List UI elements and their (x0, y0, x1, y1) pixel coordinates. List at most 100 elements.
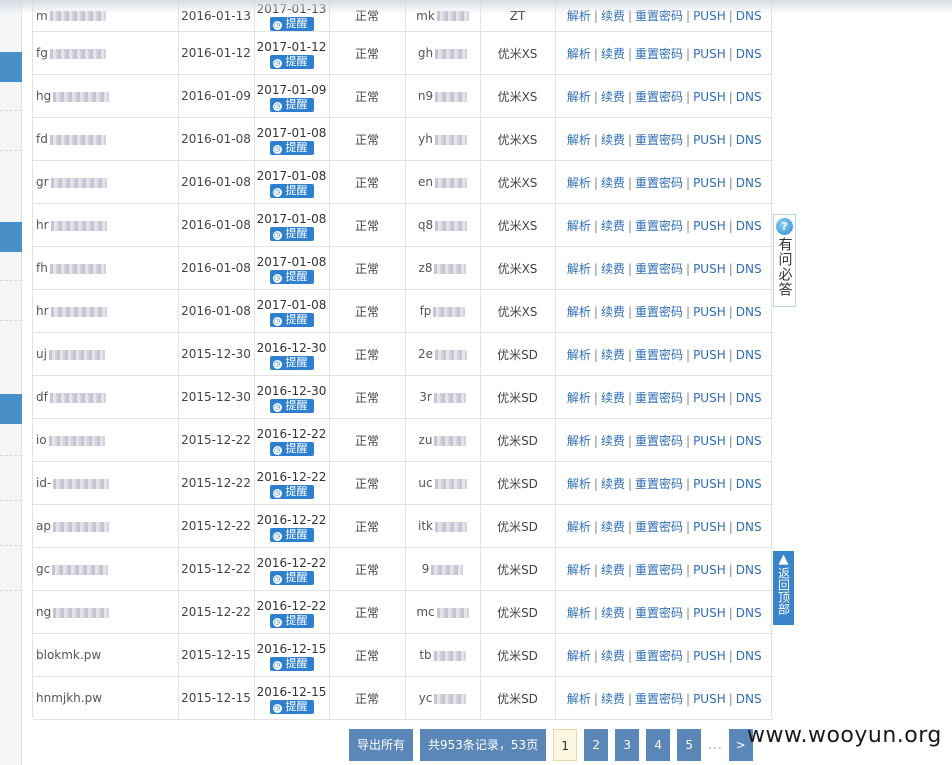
resolve-link[interactable]: 解析 (567, 563, 591, 577)
renew-link[interactable]: 续费 (601, 606, 625, 620)
reset-password-link[interactable]: 重置密码 (635, 520, 683, 534)
dns-link[interactable]: DNS (736, 219, 762, 233)
reset-password-link[interactable]: 重置密码 (635, 434, 683, 448)
reset-password-link[interactable]: 重置密码 (635, 176, 683, 190)
push-link[interactable]: PUSH (693, 348, 726, 362)
resolve-link[interactable]: 解析 (567, 692, 591, 706)
remind-button[interactable]: ◷ 提醒 (269, 269, 314, 284)
push-link[interactable]: PUSH (693, 90, 726, 104)
reset-password-link[interactable]: 重置密码 (635, 477, 683, 491)
remind-button[interactable]: ◷ 提醒 (269, 312, 314, 327)
resolve-link[interactable]: 解析 (567, 262, 591, 276)
reset-password-link[interactable]: 重置密码 (635, 47, 683, 61)
resolve-link[interactable]: 解析 (567, 606, 591, 620)
renew-link[interactable]: 续费 (601, 219, 625, 233)
resolve-link[interactable]: 解析 (567, 477, 591, 491)
remind-button[interactable]: ◷ 提醒 (269, 699, 314, 714)
resolve-link[interactable]: 解析 (567, 47, 591, 61)
push-link[interactable]: PUSH (693, 563, 726, 577)
renew-link[interactable]: 续费 (601, 348, 625, 362)
push-link[interactable]: PUSH (693, 305, 726, 319)
sidebar-active-block[interactable] (0, 222, 22, 252)
reset-password-link[interactable]: 重置密码 (635, 305, 683, 319)
remind-button[interactable]: ◷ 提醒 (269, 613, 314, 628)
resolve-link[interactable]: 解析 (567, 176, 591, 190)
remind-button[interactable]: ◷ 提醒 (269, 54, 314, 69)
resolve-link[interactable]: 解析 (567, 348, 591, 362)
push-link[interactable]: PUSH (693, 219, 726, 233)
reset-password-link[interactable]: 重置密码 (635, 262, 683, 276)
page-5-button[interactable]: 5 (677, 729, 702, 761)
remind-button[interactable]: ◷ 提醒 (269, 140, 314, 155)
push-link[interactable]: PUSH (693, 47, 726, 61)
dns-link[interactable]: DNS (736, 520, 762, 534)
remind-button[interactable]: ◷ 提醒 (269, 17, 314, 31)
dns-link[interactable]: DNS (736, 391, 762, 405)
renew-link[interactable]: 续费 (601, 391, 625, 405)
push-link[interactable]: PUSH (693, 391, 726, 405)
dns-link[interactable]: DNS (736, 133, 762, 147)
renew-link[interactable]: 续费 (601, 90, 625, 104)
renew-link[interactable]: 续费 (601, 649, 625, 663)
remind-button[interactable]: ◷ 提醒 (269, 527, 314, 542)
remind-button[interactable]: ◷ 提醒 (269, 398, 314, 413)
dns-link[interactable]: DNS (736, 563, 762, 577)
reset-password-link[interactable]: 重置密码 (635, 348, 683, 362)
export-all-button[interactable]: 导出所有 (349, 729, 414, 761)
remind-button[interactable]: ◷ 提醒 (269, 484, 314, 499)
remind-button[interactable]: ◷ 提醒 (269, 226, 314, 241)
page-2-button[interactable]: 2 (584, 729, 609, 761)
dns-link[interactable]: DNS (736, 305, 762, 319)
page-1-button[interactable]: 1 (553, 729, 578, 761)
dns-link[interactable]: DNS (736, 9, 762, 23)
dns-link[interactable]: DNS (736, 477, 762, 491)
push-link[interactable]: PUSH (693, 262, 726, 276)
renew-link[interactable]: 续费 (601, 176, 625, 190)
renew-link[interactable]: 续费 (601, 563, 625, 577)
push-link[interactable]: PUSH (693, 434, 726, 448)
remind-button[interactable]: ◷ 提醒 (269, 183, 314, 198)
reset-password-link[interactable]: 重置密码 (635, 9, 683, 23)
reset-password-link[interactable]: 重置密码 (635, 90, 683, 104)
renew-link[interactable]: 续费 (601, 305, 625, 319)
renew-link[interactable]: 续费 (601, 520, 625, 534)
sidebar-active-block[interactable] (0, 52, 22, 82)
remind-button[interactable]: ◷ 提醒 (269, 97, 314, 112)
push-link[interactable]: PUSH (693, 692, 726, 706)
remind-button[interactable]: ◷ 提醒 (269, 656, 314, 671)
page-3-button[interactable]: 3 (615, 729, 640, 761)
renew-link[interactable]: 续费 (601, 262, 625, 276)
resolve-link[interactable]: 解析 (567, 434, 591, 448)
dns-link[interactable]: DNS (736, 434, 762, 448)
dns-link[interactable]: DNS (736, 47, 762, 61)
dns-link[interactable]: DNS (736, 176, 762, 190)
qa-float-button[interactable]: ? 有问必答 (773, 214, 796, 307)
resolve-link[interactable]: 解析 (567, 90, 591, 104)
resolve-link[interactable]: 解析 (567, 9, 591, 23)
push-link[interactable]: PUSH (693, 176, 726, 190)
push-link[interactable]: PUSH (693, 9, 726, 23)
sidebar-active-block[interactable] (0, 394, 22, 424)
push-link[interactable]: PUSH (693, 520, 726, 534)
renew-link[interactable]: 续费 (601, 434, 625, 448)
push-link[interactable]: PUSH (693, 133, 726, 147)
dns-link[interactable]: DNS (736, 262, 762, 276)
renew-link[interactable]: 续费 (601, 47, 625, 61)
page-4-button[interactable]: 4 (646, 729, 671, 761)
dns-link[interactable]: DNS (736, 649, 762, 663)
resolve-link[interactable]: 解析 (567, 133, 591, 147)
dns-link[interactable]: DNS (736, 606, 762, 620)
reset-password-link[interactable]: 重置密码 (635, 219, 683, 233)
reset-password-link[interactable]: 重置密码 (635, 133, 683, 147)
reset-password-link[interactable]: 重置密码 (635, 391, 683, 405)
resolve-link[interactable]: 解析 (567, 520, 591, 534)
push-link[interactable]: PUSH (693, 477, 726, 491)
renew-link[interactable]: 续费 (601, 9, 625, 23)
reset-password-link[interactable]: 重置密码 (635, 649, 683, 663)
reset-password-link[interactable]: 重置密码 (635, 563, 683, 577)
dns-link[interactable]: DNS (736, 692, 762, 706)
renew-link[interactable]: 续费 (601, 133, 625, 147)
back-to-top-button[interactable]: ▲ 返回顶部 (773, 551, 794, 625)
reset-password-link[interactable]: 重置密码 (635, 692, 683, 706)
reset-password-link[interactable]: 重置密码 (635, 606, 683, 620)
